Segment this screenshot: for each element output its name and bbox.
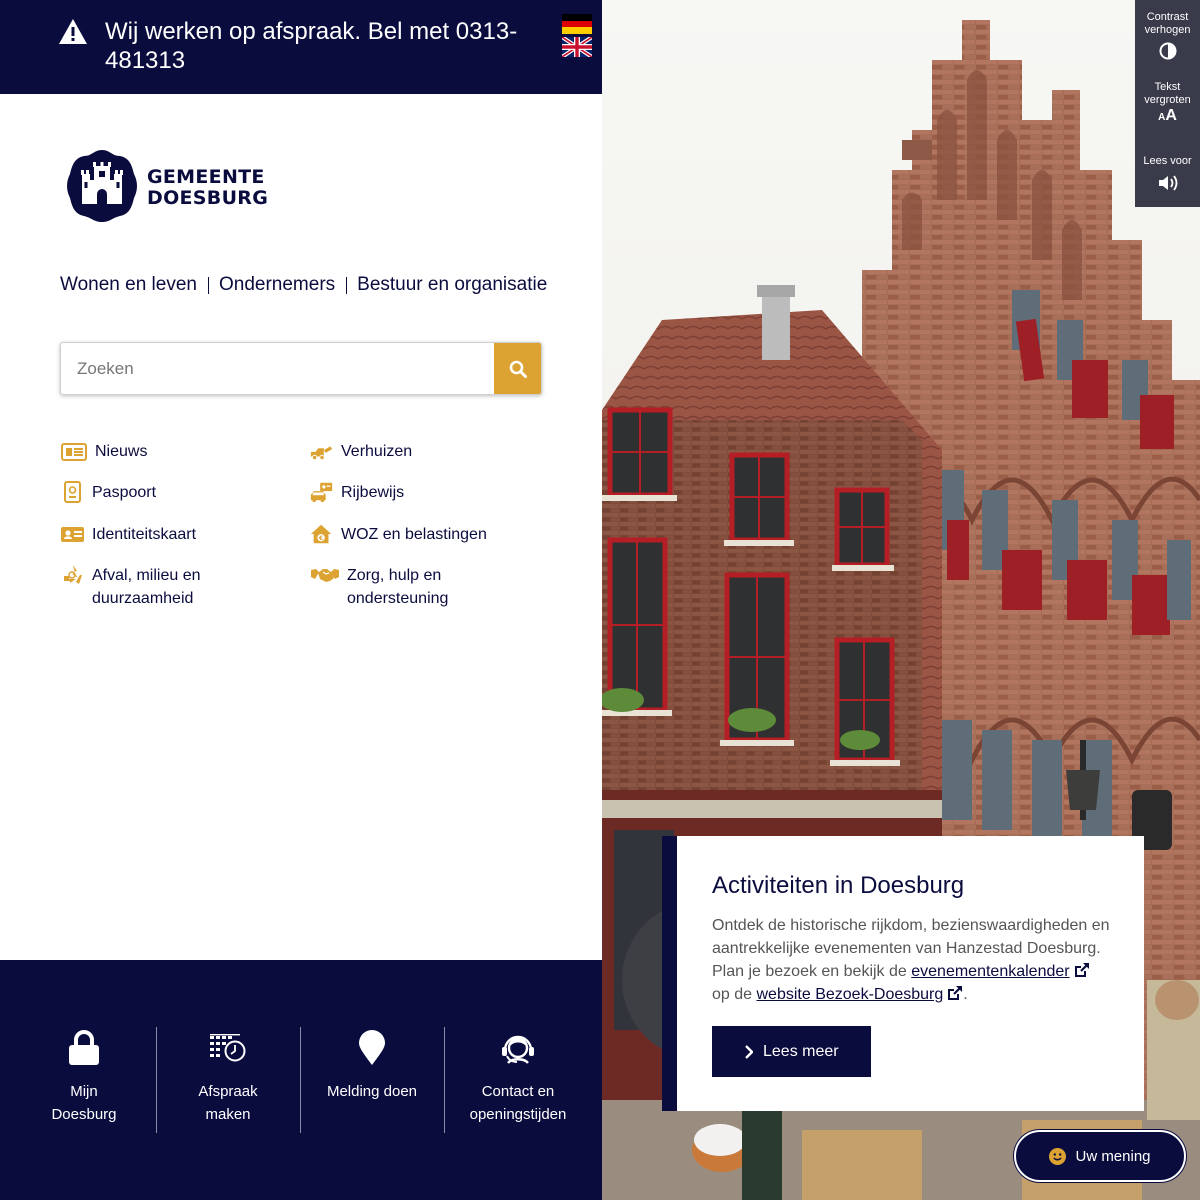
contrast-label-line-2: verhogen (1144, 24, 1191, 36)
footer-item-label-line-1: Melding doen (326, 1083, 418, 1100)
text-size-icon: AA (1158, 107, 1177, 124)
quick-link-identiteitskaart[interactable]: Identiteitskaart (60, 523, 280, 547)
quick-link-label: Identiteitskaart (92, 526, 197, 543)
id-card-icon (61, 527, 84, 542)
footer-icon-wrap (156, 1028, 300, 1068)
house-euro-icon: € (310, 524, 332, 544)
logo-text: GEMEENTE DOESBURG (147, 167, 268, 209)
nav-wonen-en-leven[interactable]: Wonen en leven (60, 274, 197, 296)
main-navigation: Wonen en leven Ondernemers Bestuur en or… (60, 274, 547, 296)
contrast-label-line-1: Contrast (1146, 11, 1189, 23)
quick-link-paspoort[interactable]: Paspoort (60, 481, 280, 505)
card-title: Activiteiten in Doesburg (712, 872, 965, 899)
external-link-icon (1074, 963, 1089, 977)
footer-divider (444, 1027, 445, 1133)
gemeente-doesburg-logo[interactable]: GEMEENTE DOESBURG (64, 148, 268, 224)
smiley-icon (1049, 1147, 1067, 1165)
contrast-icon (1159, 42, 1176, 60)
lees-meer-label: Lees meer (763, 1042, 839, 1060)
footer-item-melding-doen[interactable]: Melding doen (300, 1028, 444, 1134)
quick-link-label: Rijbewijs (341, 484, 405, 501)
text-size-label-line-2: vergroten (1144, 94, 1191, 106)
text-size-button[interactable]: Tekst vergroten AA (1135, 81, 1200, 133)
bezoek-doesburg-link[interactable]: website Bezoek-Doesburg (757, 986, 944, 1003)
uk-flag-icon[interactable] (562, 37, 592, 57)
quick-link-label-line-2: duurzaamheid (92, 590, 194, 607)
footer-item-label-line-2: maken (205, 1106, 251, 1123)
search-bar (60, 342, 542, 395)
recycle-icon (64, 565, 82, 584)
quick-link-afval[interactable]: Afval, milieu en duurzaamheid (60, 564, 280, 612)
chevron-right-icon (745, 1044, 753, 1059)
calendar-clock-icon (210, 1034, 246, 1062)
text-size-label-line-1: Tekst (1154, 81, 1181, 93)
feedback-button[interactable]: Uw mening (1014, 1130, 1186, 1182)
footer-icon-wrap (446, 1028, 590, 1068)
quick-link-label-line-2: ondersteuning (347, 590, 449, 607)
warning-icon (59, 19, 87, 44)
footer-item-label-line-2: openingstijden (469, 1106, 567, 1123)
left-panel: Wij werken op afspraak. Bel met 0313-481… (0, 0, 602, 1200)
support-agent-icon (502, 1035, 534, 1064)
footer-item-afspraak-maken[interactable]: Afspraak maken (156, 1028, 300, 1134)
activities-card: Activiteiten in Doesburg Ontdek de histo… (677, 836, 1144, 1111)
map-pin-icon (359, 1030, 385, 1065)
card-body: Ontdek de historische rijkdom, bezienswa… (712, 914, 1110, 1006)
lees-meer-button[interactable]: Lees meer (712, 1026, 871, 1077)
newspaper-icon (61, 443, 87, 461)
quick-link-nieuws[interactable]: Nieuws (60, 440, 280, 464)
alert-banner: Wij werken op afspraak. Bel met 0313-481… (0, 0, 602, 94)
quick-link-label: Paspoort (92, 484, 157, 501)
nav-ondernemers[interactable]: Ondernemers (219, 274, 335, 296)
footer-item-label-line-1: Mijn (70, 1083, 98, 1100)
quick-link-label: Verhuizen (341, 443, 413, 460)
evenementenkalender-link[interactable]: evenementenkalender (911, 963, 1069, 980)
footer-item-mijn-doesburg[interactable]: Mijn Doesburg (12, 1028, 156, 1134)
alert-text: Wij werken op afspraak. Bel met 0313-481… (105, 18, 518, 74)
search-input[interactable] (61, 343, 495, 394)
german-flag-icon[interactable] (562, 14, 592, 34)
quick-link-label: Nieuws (95, 443, 148, 460)
contrast-toggle-button[interactable]: Contrast verhogen (1135, 11, 1200, 71)
quick-link-label-line-1: Afval, milieu en (92, 567, 201, 584)
external-link-icon (948, 986, 963, 1000)
search-icon (509, 360, 527, 378)
nav-divider (207, 276, 209, 294)
footer-item-label-line-2: Doesburg (51, 1106, 117, 1123)
feedback-label: Uw mening (1075, 1147, 1151, 1165)
card-body-mid: op de (712, 986, 753, 1003)
handshake-icon (311, 569, 339, 582)
footer-item-contact[interactable]: Contact en openingstijden (446, 1028, 590, 1134)
quick-link-verhuizen[interactable]: Verhuizen (310, 440, 540, 464)
footer-icon-wrap (12, 1028, 156, 1068)
nav-divider (346, 276, 348, 294)
nav-bestuur-en-organisatie[interactable]: Bestuur en organisatie (357, 274, 547, 296)
card-accent-bar (662, 836, 677, 1111)
read-aloud-button[interactable]: Lees voor (1135, 155, 1200, 199)
quick-link-zorg[interactable]: Zorg, hulp en ondersteuning (310, 564, 540, 612)
logo-line-1: GEMEENTE (147, 166, 265, 188)
quick-link-label: WOZ en belastingen (341, 526, 487, 543)
footer-icon-wrap (300, 1028, 444, 1068)
lock-icon (69, 1030, 99, 1065)
svg-text:€: € (318, 535, 323, 542)
card-body-end: . (963, 986, 968, 1003)
castle-seal-icon (67, 150, 137, 222)
footer-item-label-line-1: Contact en (481, 1083, 555, 1100)
quick-link-rijbewijs[interactable]: Rijbewijs (310, 481, 540, 505)
driving-license-icon (310, 482, 333, 503)
read-aloud-label: Lees voor (1143, 155, 1192, 167)
speaker-icon (1158, 175, 1177, 191)
search-button[interactable] (494, 343, 541, 394)
moving-truck-icon (310, 446, 333, 461)
quick-link-woz[interactable]: € WOZ en belastingen (310, 523, 540, 547)
accessibility-toolbar: Contrast verhogen Tekst vergroten AA Lee… (1135, 0, 1200, 207)
footer-item-label-line-1: Afspraak (198, 1083, 258, 1100)
logo-line-2: DOESBURG (147, 187, 269, 209)
quick-link-label-line-1: Zorg, hulp en (347, 567, 442, 584)
footer-navigation: Mijn Doesburg Afspraak maken Melding doe… (0, 960, 602, 1200)
passport-icon (64, 481, 81, 503)
